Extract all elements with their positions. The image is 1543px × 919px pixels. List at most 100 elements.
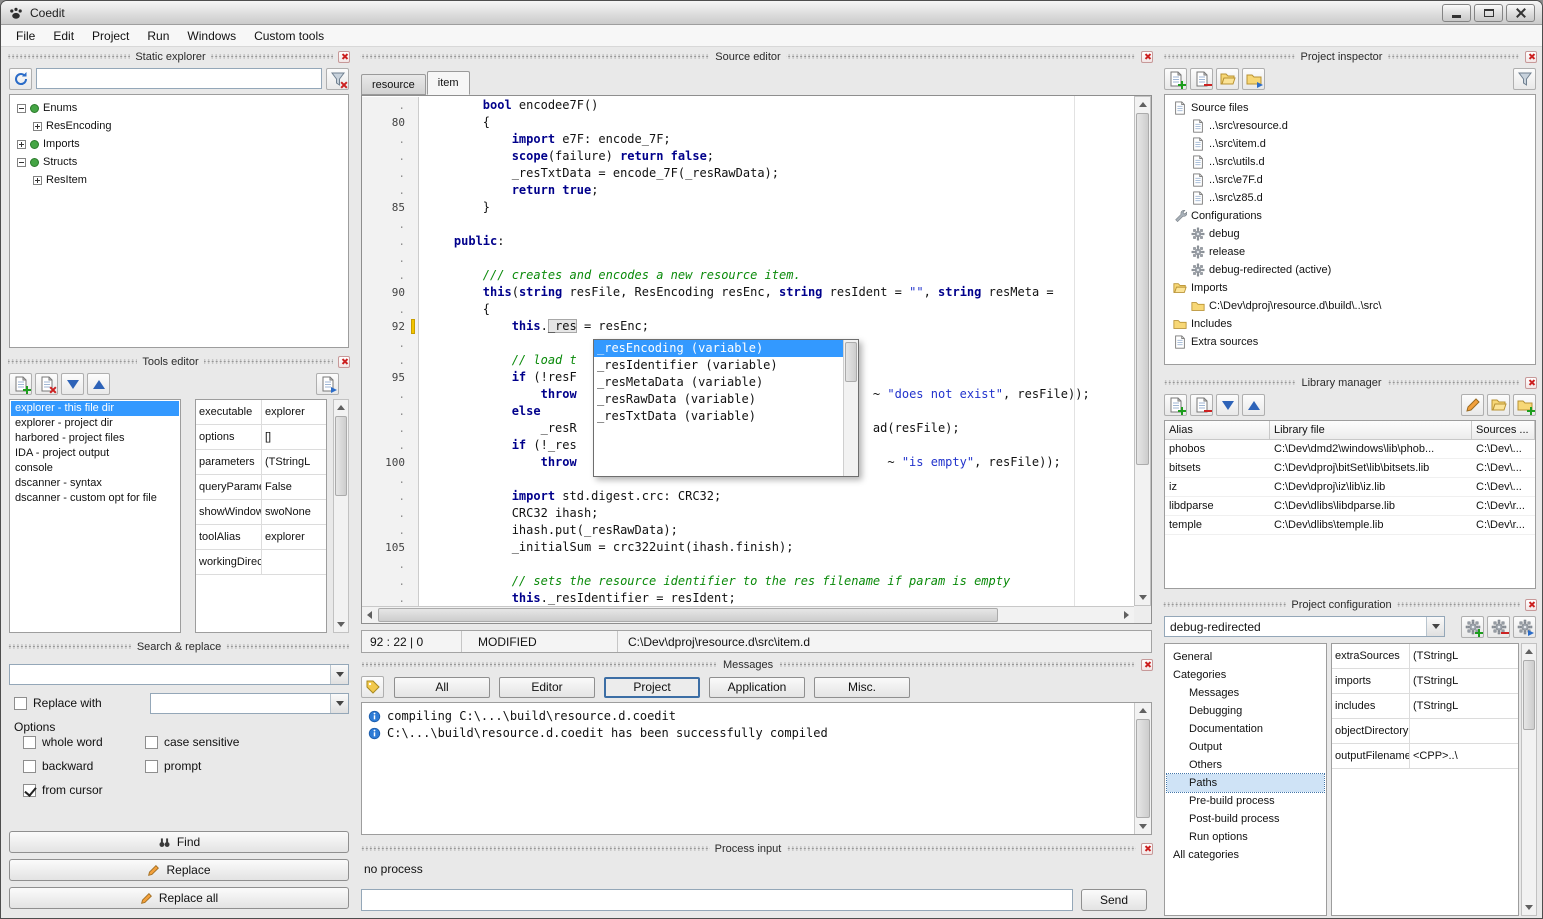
- maximize-button[interactable]: [1474, 4, 1503, 22]
- option-checkbox-case-sensitive[interactable]: case sensitive: [145, 735, 347, 749]
- inspector-node[interactable]: Includes: [1167, 315, 1533, 333]
- code-line[interactable]: .: [362, 556, 1134, 573]
- open-folder-button[interactable]: [1216, 68, 1239, 90]
- dropdown-button[interactable]: [330, 665, 348, 684]
- replace-with-checkbox[interactable]: Replace with: [14, 696, 102, 710]
- tool-property-row[interactable]: queryParametFalse: [196, 475, 326, 500]
- add-source-button[interactable]: [1164, 68, 1187, 90]
- add-library-button[interactable]: [1164, 394, 1187, 416]
- scroll-down-icon[interactable]: [1135, 590, 1150, 605]
- add-configuration-button[interactable]: [1461, 616, 1484, 638]
- minimize-button[interactable]: [1442, 4, 1471, 22]
- config-scrollbar[interactable]: [1521, 643, 1537, 916]
- refresh-button[interactable]: [9, 68, 32, 90]
- find-button[interactable]: Find: [9, 831, 349, 853]
- property-value[interactable]: explorer: [262, 525, 326, 549]
- tree-node[interactable]: ResEncoding: [12, 117, 346, 135]
- remove-tool-button[interactable]: [35, 373, 58, 395]
- config-property-row[interactable]: extraSources(TStringL: [1332, 644, 1518, 669]
- code-line[interactable]: . /// creates and encodes a new resource…: [362, 267, 1134, 284]
- option-checkbox-prompt[interactable]: prompt: [145, 759, 347, 773]
- library-row[interactable]: templeC:\Dev\dlibs\temple.libC:\Dev\r...: [1165, 516, 1535, 535]
- config-category[interactable]: Run options: [1167, 828, 1324, 846]
- config-category[interactable]: Pre-build process: [1167, 792, 1324, 810]
- config-category[interactable]: Documentation: [1167, 720, 1324, 738]
- open-library-file-button[interactable]: [1487, 394, 1510, 416]
- tool-property-row[interactable]: executableexplorer: [196, 400, 326, 425]
- config-category[interactable]: All categories: [1167, 846, 1324, 864]
- scrollbar-thumb[interactable]: [378, 608, 998, 622]
- menu-item-project[interactable]: Project: [83, 26, 138, 46]
- option-checkbox-whole-word[interactable]: whole word: [23, 735, 145, 749]
- scroll-up-icon[interactable]: [1135, 97, 1150, 112]
- filter-button-application[interactable]: Application: [709, 677, 805, 698]
- tool-property-row[interactable]: toolAliasexplorer: [196, 525, 326, 550]
- send-button[interactable]: Send: [1081, 889, 1147, 911]
- tool-property-row[interactable]: workingDirect: [196, 550, 326, 575]
- property-value[interactable]: (TStringL: [1410, 669, 1518, 693]
- filter-sources-button[interactable]: [1513, 68, 1536, 90]
- code-line[interactable]: . {: [362, 301, 1134, 318]
- completion-item[interactable]: _resTxtData (variable): [594, 408, 843, 425]
- completion-item[interactable]: _resEncoding (variable): [594, 340, 843, 357]
- code-line[interactable]: . return true;: [362, 182, 1134, 199]
- close-panel-button[interactable]: [1141, 659, 1153, 671]
- config-category[interactable]: Others: [1167, 756, 1324, 774]
- code-line[interactable]: 90 this(string resFile, ResEncoding resE…: [362, 284, 1134, 301]
- scroll-right-icon[interactable]: [1119, 607, 1134, 623]
- scrollbar-thumb[interactable]: [1136, 719, 1150, 818]
- tree-node[interactable]: Imports: [12, 135, 346, 153]
- property-value[interactable]: (TStringL: [1410, 644, 1518, 668]
- close-panel-button[interactable]: [1141, 51, 1153, 63]
- dropdown-button[interactable]: [1426, 617, 1444, 636]
- move-library-up-button[interactable]: [1242, 394, 1265, 416]
- code-line[interactable]: 80 {: [362, 114, 1134, 131]
- scrollbar-thumb[interactable]: [1136, 113, 1149, 465]
- symbol-search-input[interactable]: [36, 68, 322, 89]
- code-line[interactable]: .: [362, 216, 1134, 233]
- property-value[interactable]: <CPP>..\: [1410, 744, 1518, 768]
- replace-button[interactable]: Replace: [9, 859, 349, 881]
- scroll-up-icon[interactable]: [334, 400, 348, 415]
- code-line[interactable]: . import std.digest.crc: CRC32;: [362, 488, 1134, 505]
- remove-library-button[interactable]: [1190, 394, 1213, 416]
- code-line[interactable]: .: [362, 250, 1134, 267]
- inspector-node[interactable]: ..\src\resource.d: [1167, 117, 1533, 135]
- code-line[interactable]: . this._resIdentifier = resIdent;: [362, 590, 1134, 606]
- title-bar[interactable]: Coedit: [1, 1, 1542, 25]
- scrollbar-thumb[interactable]: [335, 416, 347, 496]
- remove-configuration-button[interactable]: [1487, 616, 1510, 638]
- configuration-selector[interactable]: debug-redirected: [1164, 616, 1445, 637]
- filter-button-project[interactable]: Project: [604, 677, 700, 698]
- clone-configuration-button[interactable]: [1513, 616, 1536, 638]
- scroll-down-icon[interactable]: [334, 617, 348, 632]
- tool-list-item[interactable]: IDA - project output: [11, 446, 179, 461]
- add-folder-button[interactable]: [1242, 68, 1265, 90]
- tool-property-row[interactable]: showWindowsswoNone: [196, 500, 326, 525]
- close-panel-button[interactable]: [338, 51, 350, 63]
- inspector-node[interactable]: ..\src\utils.d: [1167, 153, 1533, 171]
- property-value[interactable]: explorer: [262, 400, 326, 424]
- tab-resource[interactable]: resource: [361, 74, 426, 95]
- tree-node[interactable]: ResItem: [12, 171, 346, 189]
- property-value[interactable]: swoNone: [262, 500, 326, 524]
- tools-grid-scrollbar[interactable]: [333, 399, 349, 633]
- tool-list-item[interactable]: console: [11, 461, 179, 476]
- property-value[interactable]: (TStringL: [262, 450, 326, 474]
- code-line[interactable]: . public:: [362, 233, 1134, 250]
- property-value[interactable]: [1410, 719, 1518, 743]
- code-line[interactable]: . CRC32 ihash;: [362, 505, 1134, 522]
- tool-list-item[interactable]: explorer - project dir: [11, 416, 179, 431]
- code-line[interactable]: . // sets the resource identifier to the…: [362, 573, 1134, 590]
- close-panel-button[interactable]: [338, 356, 350, 368]
- completion-item[interactable]: _resIdentifier (variable): [594, 357, 843, 374]
- edit-library-button[interactable]: [1461, 394, 1484, 416]
- property-value[interactable]: False: [262, 475, 326, 499]
- scroll-down-icon[interactable]: [1522, 900, 1536, 915]
- tool-list-item[interactable]: explorer - this file dir: [11, 401, 179, 416]
- menu-item-edit[interactable]: Edit: [44, 26, 83, 46]
- inspector-node[interactable]: ..\src\z85.d: [1167, 189, 1533, 207]
- close-panel-button[interactable]: [1525, 51, 1537, 63]
- scroll-left-icon[interactable]: [362, 607, 377, 623]
- config-property-row[interactable]: outputFilename<CPP>..\: [1332, 744, 1518, 769]
